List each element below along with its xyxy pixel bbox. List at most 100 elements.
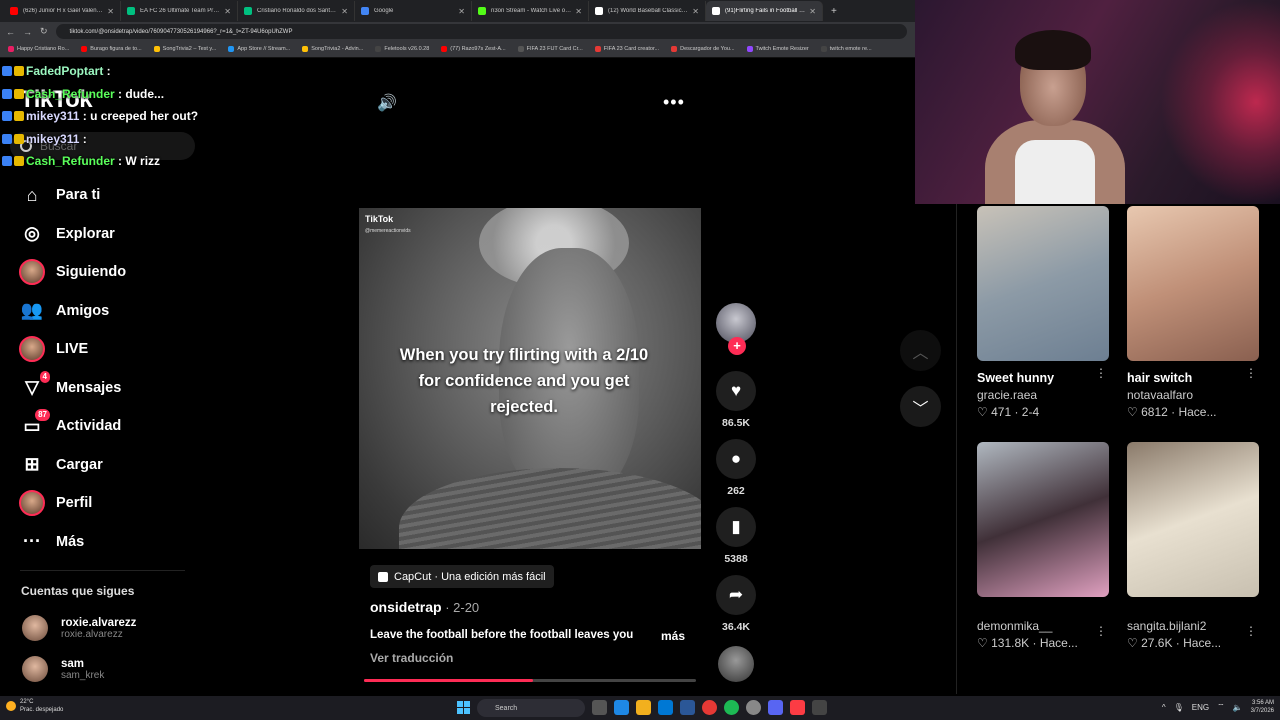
video-card[interactable]: hair switch notavaalfaro ♡ 6812 · Hace... ⋮ — [1127, 206, 1259, 419]
close-tab-icon[interactable]: ✕ — [458, 7, 465, 16]
more-link[interactable]: más — [661, 629, 685, 643]
bookmark-item[interactable]: Feletools v26.0.28 — [375, 46, 429, 52]
bookmark-item[interactable]: FIFA 23 Card creator... — [594, 46, 659, 52]
video-progress-bar[interactable] — [364, 679, 696, 682]
browser-tab[interactable]: (626) Junior H x Gael Valenzuela ✕ — [4, 1, 121, 21]
account-handle: sam_krek — [61, 669, 105, 681]
bookmark-item[interactable]: FIFA 23 FUT Card Cr... — [517, 46, 583, 52]
close-tab-icon[interactable]: ✕ — [107, 7, 114, 16]
kebab-menu-icon[interactable]: ⋮ — [1245, 624, 1257, 638]
sidebar-item-m-s[interactable]: ··· Más — [18, 523, 188, 562]
url-input[interactable]: tiktok.com/@onsidetrap/video/76090477305… — [55, 24, 907, 39]
browser-tab[interactable]: Cristiano Ronaldo dos Santos A ✕ — [238, 1, 355, 21]
sidebar-item-actividad[interactable]: ▭ 87 Actividad — [18, 407, 188, 446]
kebab-menu-icon[interactable]: ⋮ — [1095, 366, 1107, 380]
video-card[interactable]: sangita.bijlani2 ♡ 27.6K · Hace... ⋮ — [1127, 442, 1259, 650]
translate-link[interactable]: Ver traducción — [370, 651, 453, 665]
video-card[interactable]: demonmika__ ♡ 131.8K · Hace... ⋮ — [977, 442, 1109, 650]
browser-tab[interactable]: Google ✕ — [355, 1, 472, 21]
music-icon[interactable] — [790, 700, 805, 715]
sidebar-item-cargar[interactable]: ⊞ Cargar — [18, 446, 188, 485]
video-card[interactable]: Sweet hunny gracie.raea ♡ 471 · 2-4 ⋮ — [977, 206, 1109, 419]
bookmark-item[interactable]: Twitch Emote Resizer — [746, 46, 809, 52]
post-time: Hace... — [1183, 636, 1222, 650]
bookmark-item[interactable]: twitch emote re... — [820, 46, 872, 52]
browser-tab[interactable]: (91)Flirting Fails in Football Me ✕ — [706, 1, 823, 21]
video-player[interactable]: TikTok @memereactionvids When you try fl… — [359, 208, 701, 549]
taskbar-apps — [592, 700, 834, 715]
weather-widget[interactable]: 22°C Prac. despejado — [6, 698, 63, 714]
language-indicator[interactable]: ENG — [1192, 703, 1209, 712]
sidebar-item-siguiendo[interactable]: Siguiendo — [18, 253, 188, 292]
bookmark-item[interactable]: Happy Cristiano Ro... — [8, 46, 69, 52]
follow-plus-icon[interactable]: + — [728, 337, 746, 355]
mail-icon[interactable] — [680, 700, 695, 715]
sidebar-item-label: Explorar — [56, 225, 115, 242]
sidebar-item-perfil[interactable]: Perfil — [18, 484, 188, 523]
video-author[interactable]: onsidetrap · 2-20 — [370, 599, 479, 615]
like-button[interactable]: ♥ — [716, 371, 756, 411]
kebab-menu-icon[interactable]: ⋮ — [1245, 366, 1257, 380]
chevron-up-icon[interactable]: ^ — [1162, 703, 1166, 712]
store-icon[interactable] — [658, 700, 673, 715]
taskbar-search[interactable]: Search — [477, 699, 585, 717]
browser-tab[interactable]: (12) World Baseball Classic on X ✕ — [589, 1, 706, 21]
followed-account[interactable]: roxie.alvarezz roxie.alvarezz — [22, 615, 136, 641]
bookmark-item[interactable]: SongTrivia2 - Advin... — [302, 46, 363, 52]
bookmark-item[interactable]: (77) Razo97s Zest-A... — [441, 46, 506, 52]
bookmark-item[interactable]: App Store // Stream... — [228, 46, 290, 52]
edge-icon[interactable] — [614, 700, 629, 715]
bookmark-item[interactable]: Burago figura de to... — [81, 46, 142, 52]
forward-icon[interactable]: → — [23, 27, 32, 37]
back-icon[interactable]: ← — [6, 27, 15, 37]
video-thumbnail[interactable] — [977, 206, 1109, 361]
browser-tab[interactable]: EA FC 26 Ultimate Team Prices ✕ — [121, 1, 238, 21]
compass-icon: ◎ — [24, 223, 40, 244]
new-tab-icon[interactable]: + — [831, 6, 837, 17]
followed-account[interactable]: sam sam_krek — [22, 656, 104, 682]
comment-button[interactable]: ● — [716, 439, 756, 479]
spotify-icon[interactable] — [724, 700, 739, 715]
next-video-button[interactable]: ﹀ — [900, 386, 941, 427]
clock[interactable]: 3:56 AM 3/7/2026 — [1251, 699, 1274, 715]
creator-avatar[interactable]: + — [716, 303, 756, 355]
sidebar-item-mensajes[interactable]: ▽ 4 Mensajes — [18, 369, 188, 408]
sidebar-item-amigos[interactable]: 👥 Amigos — [18, 292, 188, 331]
close-tab-icon[interactable]: ✕ — [575, 7, 582, 16]
sidebar-item-explorar[interactable]: ◎ Explorar — [18, 215, 188, 254]
more-options-icon[interactable]: ••• — [663, 92, 685, 113]
chrome-icon[interactable] — [702, 700, 717, 715]
music-disc-avatar[interactable] — [718, 646, 754, 682]
close-tab-icon[interactable]: ✕ — [341, 7, 348, 16]
app-icon[interactable] — [812, 700, 827, 715]
close-tab-icon[interactable]: ✕ — [224, 7, 231, 16]
video-description: Leave the football before the football l… — [370, 629, 634, 641]
save-button[interactable]: ▮ — [716, 507, 756, 547]
sidebar-item-live[interactable]: LIVE — [18, 330, 188, 369]
close-tab-icon[interactable]: ✕ — [809, 7, 816, 16]
video-thumbnail[interactable] — [977, 442, 1109, 597]
video-thumbnail[interactable] — [1127, 442, 1259, 597]
browser-tab[interactable]: n3on Stream - Watch Live on Kick ✕ — [472, 1, 589, 21]
sidebar-item-para-ti[interactable]: ⌂ Para ti — [18, 176, 188, 215]
task-view-icon[interactable] — [592, 700, 607, 715]
video-thumbnail[interactable] — [1127, 206, 1259, 361]
wifi-icon[interactable]: ⌔ — [1217, 702, 1225, 712]
share-button[interactable]: ➦ — [716, 575, 756, 615]
mic-icon[interactable]: 🎙 — [1174, 703, 1184, 712]
volume-icon[interactable]: 🔊 — [377, 93, 397, 113]
discord-icon[interactable] — [768, 700, 783, 715]
file-explorer-icon[interactable] — [636, 700, 651, 715]
video-watermark-handle: @memereactionvids — [365, 228, 411, 234]
reload-icon[interactable]: ↻ — [40, 26, 48, 37]
previous-video-button[interactable]: ︿ — [900, 330, 941, 371]
obs-icon[interactable] — [746, 700, 761, 715]
kebab-menu-icon[interactable]: ⋮ — [1095, 624, 1107, 638]
windows-start-icon[interactable] — [457, 701, 470, 714]
bookmark-item[interactable]: Descargador de You... — [671, 46, 735, 52]
volume-icon[interactable]: 🔈 — [1233, 703, 1243, 712]
post-date-sep: · — [441, 600, 454, 615]
capcut-link[interactable]: CapCut · Una edición más fácil — [370, 565, 554, 588]
close-tab-icon[interactable]: ✕ — [692, 7, 699, 16]
bookmark-item[interactable]: SongTrivia2 – Test y... — [153, 46, 216, 52]
